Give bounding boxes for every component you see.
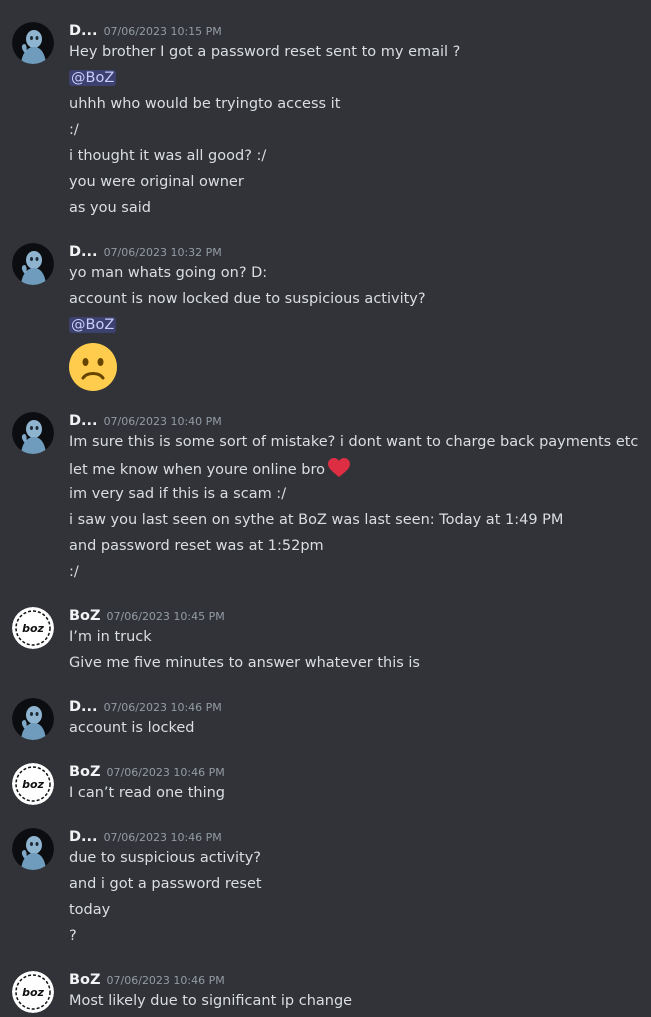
- avatar[interactable]: [12, 412, 54, 454]
- username[interactable]: D...: [69, 829, 98, 845]
- blue-figure-avatar-icon: [12, 698, 54, 740]
- red-heart-emoji: [327, 458, 350, 484]
- message-text: Most likely due to significant ip change: [69, 993, 353, 1009]
- message-header: D... 07/06/2023 10:46 PM: [69, 698, 222, 716]
- message-line: @BoZ: [69, 315, 117, 335]
- username[interactable]: BoZ: [69, 972, 101, 988]
- timestamp: 07/06/2023 10:45 PM: [106, 610, 225, 623]
- boz-logo-icon: boz: [12, 763, 54, 805]
- username[interactable]: BoZ: [69, 764, 101, 780]
- avatar[interactable]: boz: [12, 763, 54, 805]
- username[interactable]: D...: [69, 699, 98, 715]
- username[interactable]: BoZ: [69, 608, 101, 624]
- timestamp: 07/06/2023 10:46 PM: [106, 974, 225, 987]
- message-text: let me know when youre online bro: [69, 462, 325, 478]
- timestamp: 07/06/2023 10:46 PM: [103, 831, 222, 844]
- user-mention[interactable]: @BoZ: [69, 317, 117, 333]
- blue-figure-avatar-icon: [12, 22, 54, 64]
- message-text: account is locked: [69, 720, 195, 736]
- message-text: uhhh who would be tryingto access it: [69, 96, 341, 112]
- message-text: account is now locked due to suspicious …: [69, 291, 426, 307]
- boz-logo-icon: boz: [12, 971, 54, 1013]
- username[interactable]: D...: [69, 244, 98, 260]
- message-header: BoZ 07/06/2023 10:45 PM: [69, 607, 225, 625]
- message-header: D... 07/06/2023 10:46 PM: [69, 828, 222, 846]
- message-text: due to suspicious activity?: [69, 850, 261, 866]
- message-text: i thought it was all good? :/: [69, 148, 267, 164]
- avatar[interactable]: boz: [12, 971, 54, 1013]
- message-header: D... 07/06/2023 10:15 PM: [69, 22, 222, 40]
- username[interactable]: D...: [69, 23, 98, 39]
- message-text: and i got a password reset: [69, 876, 262, 892]
- message-text: :/: [69, 564, 79, 580]
- blue-figure-avatar-icon: [12, 412, 54, 454]
- avatar[interactable]: [12, 828, 54, 870]
- svg-text:boz: boz: [22, 986, 44, 999]
- message-text: i saw you last seen on sythe at BoZ was …: [69, 512, 564, 528]
- message-header: BoZ 07/06/2023 10:46 PM: [69, 763, 225, 781]
- timestamp: 07/06/2023 10:46 PM: [103, 701, 222, 714]
- message-text: im very sad if this is a scam :/: [69, 486, 287, 502]
- message-text: you were original owner: [69, 174, 244, 190]
- message-text: :/: [69, 122, 79, 138]
- message-text: as you said: [69, 200, 151, 216]
- message-header: D... 07/06/2023 10:40 PM: [69, 412, 222, 430]
- blue-figure-avatar-icon: [12, 243, 54, 285]
- avatar[interactable]: boz: [12, 607, 54, 649]
- message-text: and password reset was at 1:52pm: [69, 538, 324, 554]
- blue-figure-avatar-icon: [12, 828, 54, 870]
- message-header: BoZ 07/06/2023 10:46 PM: [69, 971, 225, 989]
- message-text: yo man whats going on? D:: [69, 265, 268, 281]
- boz-logo-icon: boz: [12, 607, 54, 649]
- message-text: I’m in truck: [69, 629, 152, 645]
- svg-text:boz: boz: [22, 778, 44, 791]
- message-text: Give me five minutes to answer whatever …: [69, 655, 420, 671]
- timestamp: 07/06/2023 10:46 PM: [106, 766, 225, 779]
- timestamp: 07/06/2023 10:40 PM: [103, 415, 222, 428]
- message-line: let me know when youre online bro: [69, 458, 350, 478]
- avatar[interactable]: [12, 243, 54, 285]
- message-text: I can’t read one thing: [69, 785, 225, 801]
- avatar[interactable]: [12, 22, 54, 64]
- message-text: Hey brother I got a password reset sent …: [69, 44, 461, 60]
- username[interactable]: D...: [69, 413, 98, 429]
- message-header: D... 07/06/2023 10:32 PM: [69, 243, 222, 261]
- message-text: today: [69, 902, 111, 918]
- message-text: Im sure this is some sort of mistake? i …: [69, 434, 639, 450]
- message-text: ?: [69, 928, 77, 944]
- avatar[interactable]: [12, 698, 54, 740]
- chat-message-list: D... 07/06/2023 10:15 PM Hey brother I go…: [0, 0, 651, 1017]
- message-line: @BoZ: [69, 68, 117, 88]
- frowning-face-emoji: [69, 343, 117, 395]
- svg-text:boz: boz: [22, 622, 44, 635]
- timestamp: 07/06/2023 10:32 PM: [103, 246, 222, 259]
- timestamp: 07/06/2023 10:15 PM: [103, 25, 222, 38]
- user-mention[interactable]: @BoZ: [69, 70, 117, 86]
